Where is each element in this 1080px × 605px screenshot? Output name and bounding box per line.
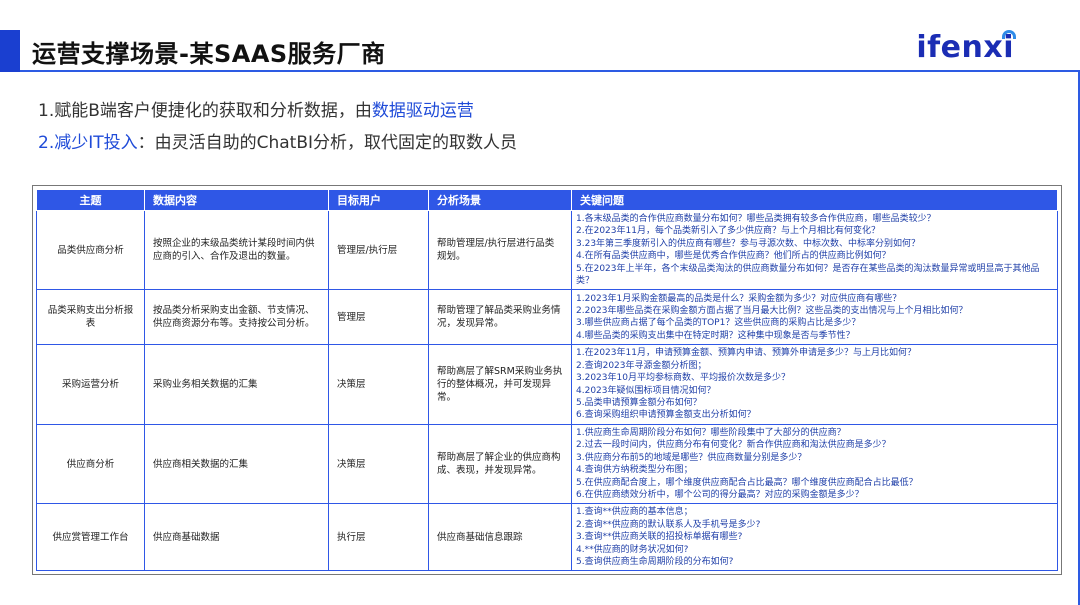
question-item: 1.各末级品类的合作供应商数量分布如何？哪些品类拥有较多合作供应商，哪些品类较少… (576, 214, 936, 224)
cell-user: 管理层/执行层 (328, 209, 429, 291)
question-item: 2.在2023年11月，每个品类新引入了多少供应商？与上个月相比有何变化？ (576, 226, 880, 237)
table-row: 采购运营分析 采购业务相关数据的汇集 决策层 帮助高层了解SRM采购业务执行的整体概况… (36, 344, 1058, 425)
question-item: 1.在2023年11月，申请预算金额、预算内申请、预算外申请是多少？与上月比如何… (576, 348, 916, 359)
cell-questions: 1.供应商生命周期阶段分布如何？哪些阶段集中了大部分的供应商？ 2.过去一段时间内… (571, 423, 1058, 505)
cell-scene: 帮助高层了解企业的供应商构成、表现，并发现异常。 (428, 423, 572, 505)
slide-title: 运营支撑场景-某SAAS服务厂商 (32, 40, 386, 68)
question-item: 1.2023年1月采购金额最高的品类是什么？采购金额为多少？对应供应商有哪些？ (576, 293, 902, 304)
col-header-content: 数据内容 (144, 189, 329, 211)
logo-text: ifenxi (916, 30, 1014, 65)
question-item: 6.查询采购组织申请预算金额支出分析如何？ (576, 410, 756, 421)
cell-questions: 1.各末级品类的合作供应商数量分布如何？哪些品类拥有较多合作供应商，哪些品类较少… (571, 209, 1058, 291)
cell-scene: 帮助管理层/执行层进行品类规划。 (428, 209, 572, 291)
cell-content: 供应商相关数据的汇集 (144, 423, 329, 505)
question-item: 4.**供应商的财务状况如何? (576, 544, 689, 555)
cell-topic: 品类供应商分析 (36, 209, 145, 291)
question-item: 4.在所有品类供应商中，哪些是优秀合作供应商？他们所占的供应商比例如何？ (576, 251, 891, 262)
point-2-text: ：由灵活自助的ChatBI分析，取代固定的取数人员 (137, 133, 518, 153)
col-header-scene: 分析场景 (428, 189, 572, 211)
cell-user: 决策层 (328, 423, 429, 505)
question-item: 5.品类申请预算金额分布如何？ (576, 398, 702, 409)
col-header-topic: 主题 (36, 189, 145, 211)
cell-questions: 1.查询**供应商的基本信息； 2.查询**供应商的默认联系人及手机号是多少? 3.… (571, 503, 1058, 572)
cell-content: 按品类分析采购支出金额、节支情况、供应商资源分布等。支持按公司分析。 (144, 289, 329, 346)
table-row: 品类采购支出分析报表 按品类分析采购支出金额、节支情况、供应商资源分布等。支持按公… (36, 289, 1058, 346)
question-item: 2.查询2023年寻源金额分析图； (576, 360, 707, 371)
logo-arc-icon (1002, 30, 1016, 39)
question-item: 4.2023年疑似围标项目情况如何？ (576, 385, 716, 396)
ifenxi-logo: ifenxi (916, 28, 1016, 68)
question-item: 5.在2023年上半年，各个末级品类淘汰的供应商数量分布如何？是否存在某些品类的… (576, 263, 1040, 287)
question-item: 5.查询供应商生命周期阶段的分布如何? (576, 556, 734, 567)
point-2: 2.减少IT投入：由灵活自助的ChatBI分析，取代固定的取数人员 (38, 128, 517, 153)
cell-topic: 供应赏管理工作台 (36, 503, 145, 572)
point-1-text: 1.赋能B端客户便捷化的获取和分析数据，由 (38, 101, 372, 121)
question-item: 3.哪些供应商占据了每个品类的TOP1？这些供应商的采购占比是多少？ (576, 318, 861, 329)
question-item: 3.23年第三季度新引入的供应商有哪些？参与寻源次数、中标次数、中标率分别如何？ (576, 238, 921, 249)
point-2-highlight: 2.减少IT投入 (38, 133, 138, 153)
cell-user: 决策层 (328, 344, 429, 425)
table-header-row: 主题 数据内容 目标用户 分析场景 关键问题 (36, 189, 1058, 211)
question-item: 2.过去一段时间内，供应商分布有何变化？新合作供应商和淘汰供应商是多少？ (576, 440, 891, 451)
title-underline (20, 70, 1080, 72)
cell-content: 供应商基础数据 (144, 503, 329, 572)
table-row: 品类供应商分析 按照企业的末级品类统计某段时间内供应商的引入、合作及退出的数量。管… (36, 209, 1058, 291)
cell-scene: 供应商基础信息跟踪 (428, 503, 572, 572)
table-row: 供应赏管理工作台 供应商基础数据 执行层 供应商基础信息跟踪 1.查询**供应商的基本信… (36, 503, 1058, 572)
question-item: 3.供应商分布前5的地域是哪些？供应商数量分别是多少？ (576, 452, 807, 463)
cell-topic: 品类采购支出分析报表 (36, 289, 145, 346)
cell-user: 执行层 (328, 503, 429, 572)
point-1: 1.赋能B端客户便捷化的获取和分析数据，由数据驱动运营 (38, 96, 474, 121)
cell-content: 按照企业的末级品类统计某段时间内供应商的引入、合作及退出的数量。 (144, 209, 329, 291)
cell-user: 管理层 (328, 289, 429, 346)
cell-scene: 帮助高层了解SRM采购业务执行的整体概况，并可发现异常。 (428, 344, 572, 425)
title-accent-bar (0, 30, 20, 72)
scenario-table: 主题 数据内容 目标用户 分析场景 关键问题 品类供应商分析 按照企业的末级品类统… (36, 189, 1058, 572)
question-item: 1.供应商生命周期阶段分布如何？哪些阶段集中了大部分的供应商？ (576, 427, 846, 438)
question-item: 3.查询**供应商关联的招投标单据有哪些? (576, 532, 743, 543)
col-header-user: 目标用户 (328, 189, 429, 211)
cell-topic: 采购运营分析 (36, 344, 145, 425)
question-item: 1.查询**供应商的基本信息； (576, 507, 693, 518)
cell-scene: 帮助管理了解品类采购业务情况，发现异常。 (428, 289, 572, 346)
question-item: 2.查询**供应商的默认联系人及手机号是多少? (576, 519, 761, 530)
question-item: 2.2023年哪些品类在采购金额方面占据了当月最大比例？这些品类的支出情况与上个… (576, 306, 968, 317)
question-item: 4.查询供方纳税类型分布图； (576, 465, 693, 476)
scenario-table-frame: 主题 数据内容 目标用户 分析场景 关键问题 品类供应商分析 按照企业的末级品类统… (32, 185, 1062, 575)
cell-content: 采购业务相关数据的汇集 (144, 344, 329, 425)
cell-questions: 1.在2023年11月，申请预算金额、预算内申请、预算外申请是多少？与上月比如何… (571, 344, 1058, 425)
question-item: 4.哪些品类的采购支出集中在特定时期？这种集中现象是否与季节性？ (576, 330, 855, 341)
question-item: 5.在供应商配合度上，哪个维度供应商配合占比最高？哪个维度供应商配合占比最低？ (576, 477, 918, 488)
col-header-questions: 关键问题 (571, 189, 1058, 211)
question-item: 6.在供应商绩效分析中，哪个公司的得分最高？对应的采购金额是多少？ (576, 489, 864, 500)
cell-topic: 供应商分析 (36, 423, 145, 505)
cell-questions: 1.2023年1月采购金额最高的品类是什么？采购金额为多少？对应供应商有哪些？ 2… (571, 289, 1058, 346)
table-body: 品类供应商分析 按照企业的末级品类统计某段时间内供应商的引入、合作及退出的数量。管… (36, 209, 1058, 572)
point-1-highlight: 数据驱动运营 (371, 101, 474, 121)
table-row: 供应商分析 供应商相关数据的汇集 决策层 帮助高层了解企业的供应商构成、表现，并发现异… (36, 423, 1058, 505)
question-item: 3.2023年10月平均参标商数、平均报价次数是多少？ (576, 373, 790, 384)
